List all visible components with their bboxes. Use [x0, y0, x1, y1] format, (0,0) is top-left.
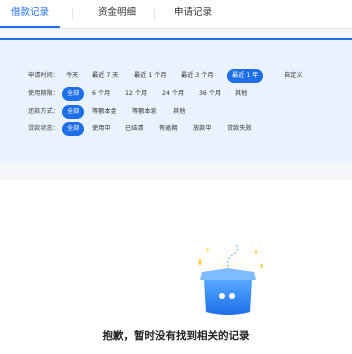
- filter-option-selected[interactable]: 最近 1 年: [227, 69, 264, 83]
- tab-application-records[interactable]: 申请记录: [160, 0, 226, 28]
- filter-option[interactable]: 等额本息: [132, 105, 157, 119]
- filter-option[interactable]: 最近 1 个月: [134, 69, 167, 83]
- filter-option-selected[interactable]: 全部: [62, 105, 85, 119]
- filter-option[interactable]: 24 个月: [162, 87, 184, 101]
- records-content: 抱歉，暂时没有找到相关的记录: [0, 180, 352, 354]
- tab-loan-records[interactable]: 借款记录: [0, 0, 60, 28]
- filter-label-repay-method: 还款方式：: [28, 108, 59, 115]
- filter-option[interactable]: 贷款失败: [227, 122, 252, 136]
- filter-option-selected[interactable]: 全部: [62, 122, 85, 136]
- filter-option[interactable]: 等额本金: [92, 105, 117, 119]
- tab-divider: [154, 8, 155, 20]
- filter-option[interactable]: 有逾期: [159, 122, 178, 136]
- empty-state-message: 抱歉，暂时没有找到相关的记录: [102, 330, 250, 342]
- tab-divider: [72, 8, 73, 20]
- tab-bar: 借款记录 资金明细 申请记录: [0, 0, 352, 29]
- filter-option[interactable]: 12 个月: [125, 87, 147, 101]
- empty-box-icon: [198, 244, 263, 315]
- filter-option[interactable]: 使用中: [92, 122, 111, 136]
- filter-option[interactable]: 自定义: [284, 69, 303, 83]
- filter-option[interactable]: 最近 3 个月: [181, 69, 214, 83]
- filter-option[interactable]: 其他: [235, 87, 247, 101]
- filter-option[interactable]: 36 个月: [199, 87, 221, 101]
- filter-option[interactable]: 今天: [66, 69, 78, 83]
- filter-option[interactable]: 已结清: [125, 122, 144, 136]
- filter-label-loan-status: 贷款状态：: [28, 125, 59, 132]
- filter-label-apply-time: 申请时间：: [28, 72, 59, 79]
- filter-panel: 申请时间： 今天 最近 7 天 最近 1 个月 最近 3 个月 最近 1 年 自…: [0, 40, 352, 162]
- filter-option[interactable]: 放款中: [193, 122, 212, 136]
- tab-fund-details[interactable]: 资金明细: [86, 0, 148, 28]
- filter-option[interactable]: 6 个月: [92, 87, 110, 101]
- filter-label-period: 使用期限：: [28, 90, 59, 97]
- filter-option[interactable]: 最近 7 天: [92, 69, 118, 83]
- filter-option[interactable]: 其他: [173, 105, 185, 119]
- filter-option-selected[interactable]: 全部: [62, 87, 85, 101]
